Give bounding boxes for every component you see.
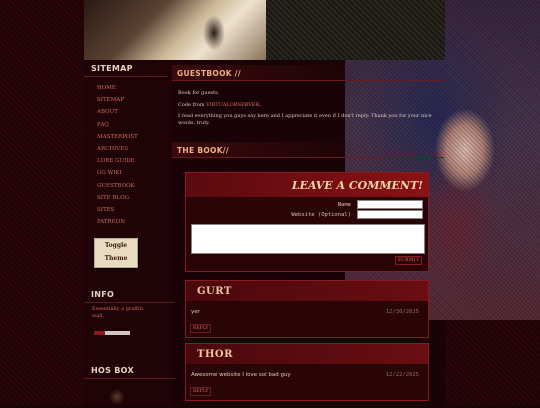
reply-button[interactable]: REPLY <box>190 324 212 333</box>
toggle-theme-label-1: Toggle <box>104 242 128 249</box>
sidebar: SITEMAP HOME SITEMAP ABOUT FAQ MASTERPOS… <box>84 60 175 408</box>
header-banner <box>84 0 445 60</box>
nav-item-home[interactable]: HOME <box>97 82 172 94</box>
nav-item-guestbook[interactable]: GUESTBOOK <box>97 180 172 192</box>
intro-line-2: Code from VIRTUALOBSERVER. <box>178 102 438 109</box>
nav-item-sites[interactable]: SITES <box>97 204 172 216</box>
banner-texture <box>266 0 445 60</box>
guestbook-entry: GURT yer 12/30/2025 REPLY <box>185 280 429 338</box>
website-label: Website (Optional) <box>291 212 351 218</box>
nav-item-archives[interactable]: ARCHIVES <box>97 143 172 155</box>
entry-author: THOR <box>186 344 428 364</box>
entry-date: 12/22/2025 <box>385 372 419 378</box>
banner-illustration <box>84 0 266 60</box>
nav-item-gg-wiki[interactable]: GG WIKI <box>97 167 172 179</box>
nav-item-faq[interactable]: FAQ <box>97 119 172 131</box>
intro-line-3: I read everything you guys say here and … <box>178 113 432 126</box>
nav-item-site-blog[interactable]: SITE BLOG <box>97 192 172 204</box>
website-input[interactable] <box>357 210 423 219</box>
nav-item-sitemap[interactable]: SITEMAP <box>97 94 172 106</box>
nav-item-patreon[interactable]: PATREON <box>97 216 172 228</box>
comment-form-title: LEAVE A COMMENT! <box>186 173 428 197</box>
entry-date: 12/30/2025 <box>385 309 419 315</box>
name-row: Name <box>186 200 428 210</box>
info-heading: INFO <box>84 286 175 303</box>
info-divider-image <box>94 331 130 335</box>
info-text: Essentially a graffiti wall. <box>92 306 144 319</box>
entry-author: GURT <box>186 281 428 301</box>
sitemap-nav: HOME SITEMAP ABOUT FAQ MASTERPOST ARCHIV… <box>84 82 172 228</box>
intro-line-1: Book for guests. <box>178 90 220 96</box>
virtualobserver-link[interactable]: VIRTUALOBSERVER <box>206 102 259 108</box>
entry-message: yer <box>191 309 200 315</box>
guestbook-intro: Book for guests. Code from VIRTUALOBSERV… <box>172 90 444 126</box>
guestbook-entry: THOR Awesome website I love sol bad guy … <box>185 343 429 401</box>
background-pattern-left <box>0 0 84 405</box>
entry-message: Awesome website I love sol bad guy <box>191 372 291 378</box>
reply-button[interactable]: REPLY <box>190 387 212 396</box>
guestbook-heading: GUESTBOOK // <box>172 65 444 81</box>
name-input[interactable] <box>357 200 423 209</box>
hos-box-heading: HOS BOX <box>84 362 175 379</box>
intro-code-suffix: . <box>259 101 261 108</box>
comment-form: LEAVE A COMMENT! Name Website (Optional)… <box>185 172 429 272</box>
sitemap-heading: SITEMAP <box>84 60 168 77</box>
nav-item-lore-guide[interactable]: LORE GUIDE <box>97 155 172 167</box>
banner-figure <box>194 5 234 55</box>
nav-item-masterpost[interactable]: MASTERPOST <box>97 131 172 143</box>
comment-textarea[interactable] <box>191 224 425 254</box>
website-row: Website (Optional) <box>186 210 428 220</box>
submit-button[interactable]: SUBMIT <box>394 256 422 265</box>
toggle-theme-button[interactable]: Toggle Theme <box>94 238 138 268</box>
nav-item-about[interactable]: ABOUT <box>97 106 172 118</box>
toggle-theme-label-2: Theme <box>104 255 128 262</box>
the-book-heading: THE BOOK// <box>172 142 444 158</box>
name-label: Name <box>337 202 351 208</box>
main-content: GUESTBOOK // Book for guests. Code from … <box>172 60 444 405</box>
intro-code-prefix: Code from <box>178 101 207 108</box>
